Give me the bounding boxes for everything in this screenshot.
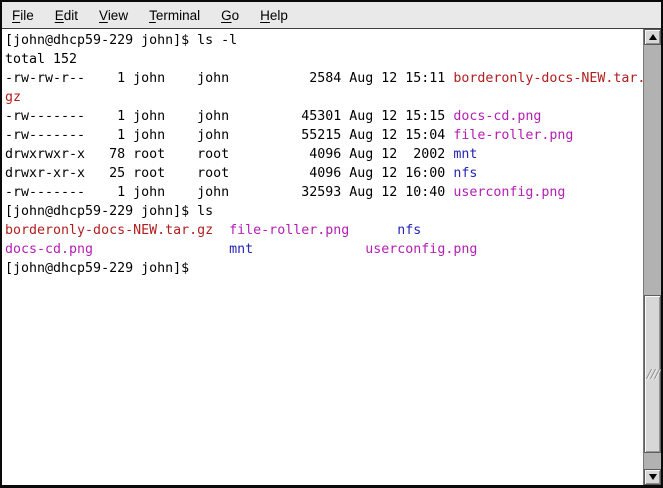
file-details: drwxrwxr-x 78 root root 4096 Aug 12 2002	[5, 147, 453, 162]
filename: docs-cd.png	[5, 242, 93, 257]
filename: userconfig.png	[453, 185, 565, 200]
terminal-line: [john@dhcp59-229 john]$	[5, 259, 643, 278]
terminal-output[interactable]: [john@dhcp59-229 john]$ ls -l total 152 -r…	[2, 29, 643, 485]
menu-help[interactable]: Help	[260, 8, 288, 23]
dirname: mnt	[229, 242, 253, 257]
terminal-line: [john@dhcp59-229 john]$ ls -l	[5, 31, 643, 50]
terminal-line: drwxr-xr-x 25 root root 4096 Aug 12 16:0…	[5, 164, 643, 183]
file-details: -rw------- 1 john john 45301 Aug 12 15:1…	[5, 109, 453, 124]
dirname: mnt	[453, 147, 477, 162]
terminal-window: File Edit View Terminal Go Help [john@dhcp59-…	[0, 0, 663, 488]
prompt: [john@dhcp59-229 john]$	[5, 261, 189, 276]
menu-file[interactable]: File	[12, 8, 34, 23]
filename: docs-cd.png	[453, 109, 541, 124]
terminal-line: gz	[5, 88, 643, 107]
filename: file-roller.png	[229, 223, 349, 238]
scrollbar-trough[interactable]	[644, 45, 661, 469]
scrollbar	[643, 29, 661, 485]
prompt-command: [john@dhcp59-229 john]$ ls	[5, 204, 213, 219]
terminal-line: docs-cd.png mnt userconfig.png	[5, 240, 643, 259]
filename: userconfig.png	[365, 242, 477, 257]
filename-wrap: gz	[5, 90, 21, 105]
file-details: -rw------- 1 john john 55215 Aug 12 15:0…	[5, 128, 453, 143]
file-details: drwxr-xr-x 25 root root 4096 Aug 12 16:0…	[5, 166, 453, 181]
file-details: -rw------- 1 john john 32593 Aug 12 10:4…	[5, 185, 453, 200]
spacer	[349, 223, 397, 238]
dirname: nfs	[453, 166, 477, 181]
terminal-line: -rw------- 1 john john 45301 Aug 12 15:1…	[5, 107, 643, 126]
filename: borderonly-docs-NEW.tar.	[453, 71, 643, 86]
dirname: nfs	[397, 223, 421, 238]
scrollbar-down-button[interactable]	[644, 469, 661, 485]
terminal-line: [john@dhcp59-229 john]$ ls	[5, 202, 643, 221]
filename: file-roller.png	[453, 128, 573, 143]
filename: borderonly-docs-NEW.tar.gz	[5, 223, 213, 238]
menubar: File Edit View Terminal Go Help	[2, 2, 661, 29]
scrollbar-thumb[interactable]	[644, 295, 661, 453]
menu-edit[interactable]: Edit	[55, 8, 78, 23]
terminal-line: -rw-rw-r-- 1 john john 2584 Aug 12 15:11…	[5, 69, 643, 88]
scrollbar-up-button[interactable]	[644, 29, 661, 45]
menu-go[interactable]: Go	[221, 8, 239, 23]
terminal-line: total 152	[5, 50, 643, 69]
terminal-line: -rw------- 1 john john 55215 Aug 12 15:0…	[5, 126, 643, 145]
total-line: total 152	[5, 52, 77, 67]
terminal-line: -rw------- 1 john john 32593 Aug 12 10:4…	[5, 183, 643, 202]
file-details: -rw-rw-r-- 1 john john 2584 Aug 12 15:11	[5, 71, 453, 86]
down-arrow-icon	[649, 474, 657, 480]
spacer	[213, 223, 229, 238]
spacer	[93, 242, 229, 257]
spacer	[253, 242, 365, 257]
prompt-command: [john@dhcp59-229 john]$ ls -l	[5, 33, 237, 48]
menu-view[interactable]: View	[99, 8, 128, 23]
terminal-main: [john@dhcp59-229 john]$ ls -l total 152 -r…	[2, 29, 661, 485]
up-arrow-icon	[649, 34, 657, 40]
scrollbar-grip-icon	[648, 369, 657, 380]
terminal-line: borderonly-docs-NEW.tar.gz file-roller.p…	[5, 221, 643, 240]
menu-terminal[interactable]: Terminal	[149, 8, 200, 23]
terminal-line: drwxrwxr-x 78 root root 4096 Aug 12 2002…	[5, 145, 643, 164]
